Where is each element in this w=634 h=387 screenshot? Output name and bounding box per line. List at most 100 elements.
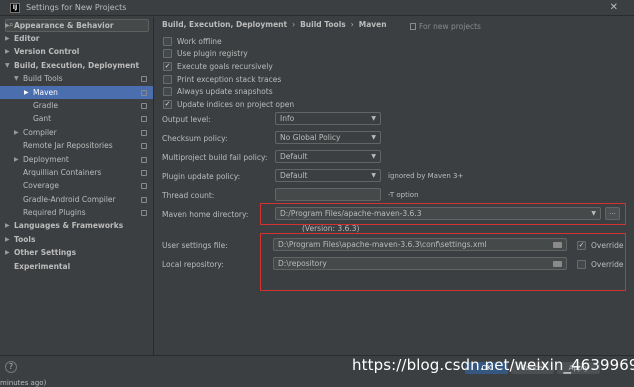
sidebar-item[interactable]: ▶ Compiler <box>0 126 153 139</box>
sidebar-item[interactable]: Remote Jar Repositories <box>0 139 153 152</box>
sidebar-item-label: Appearance & Behavior <box>14 21 114 30</box>
chevron-down-icon[interactable]: ▼ <box>14 75 23 82</box>
project-settings-icon <box>141 209 147 216</box>
chevron-down-icon: ▼ <box>371 153 376 160</box>
sidebar-item[interactable]: Arquillian Containers <box>0 166 153 179</box>
update-indices-checkbox[interactable]: ✓ Update indices on project open <box>163 98 294 110</box>
user-settings-override-checkbox[interactable]: ✓ Override <box>577 239 623 251</box>
sidebar-item-label: Build Tools <box>23 74 63 83</box>
chevron-right-icon[interactable]: ▶ <box>14 156 23 163</box>
sidebar-item[interactable]: Gradle <box>0 99 153 112</box>
sidebar-item-label: Deployment <box>23 155 69 164</box>
chevron-right-icon[interactable]: ▶ <box>5 48 14 55</box>
sidebar-item[interactable]: Experimental <box>0 260 153 273</box>
plugin-update-policy-select[interactable]: Default ▼ <box>275 169 381 182</box>
sidebar-item[interactable]: ▶ Appearance & Behavior <box>0 19 153 32</box>
maven-home-select[interactable]: D:/Program Files/apache-maven-3.6.3 ▼ <box>275 207 601 220</box>
chevron-right-icon[interactable]: ▶ <box>5 249 14 256</box>
checksum-policy-select[interactable]: No Global Policy ▼ <box>275 131 381 144</box>
multiproject-fail-policy-select[interactable]: Default ▼ <box>275 150 381 163</box>
maven-home-label: Maven home directory: <box>162 210 249 219</box>
project-settings-icon <box>141 169 147 176</box>
checksum-policy-value: No Global Policy <box>280 133 341 142</box>
work-offline-checkbox[interactable]: Work offline <box>163 35 222 47</box>
sidebar-item[interactable]: Required Plugins <box>0 206 153 219</box>
checkbox-box[interactable] <box>163 86 172 96</box>
sidebar-item[interactable]: Coverage <box>0 179 153 192</box>
override-label: Override <box>591 259 624 269</box>
sidebar-item[interactable]: ▶ Deployment <box>0 153 153 166</box>
output-level-select[interactable]: Info ▼ <box>275 112 381 125</box>
checkbox-box[interactable] <box>163 74 172 84</box>
sidebar-item[interactable]: Gant <box>0 112 153 125</box>
chevron-down-icon: ▼ <box>371 172 376 179</box>
sidebar-item[interactable]: ▶ Tools <box>0 233 153 246</box>
checkbox-label: Update indices on project open <box>177 99 295 109</box>
local-repository-input[interactable]: D:\repository <box>273 257 567 270</box>
thread-count-input[interactable] <box>275 188 381 201</box>
sidebar-item-label: Experimental <box>14 262 71 271</box>
sidebar-item-label: Gradle <box>33 101 58 110</box>
breadcrumb-separator: › <box>350 20 354 29</box>
maven-version-label: (Version: 3.6.3) <box>302 224 360 233</box>
maven-home-browse-button[interactable]: ... <box>605 207 620 220</box>
sidebar-item[interactable]: ▼ Build Tools <box>0 72 153 85</box>
chevron-right-icon[interactable]: ▶ <box>14 129 23 136</box>
sidebar-item[interactable]: ▶ Languages & Frameworks <box>0 219 153 232</box>
sidebar-item[interactable]: Gradle-Android Compiler <box>0 193 153 206</box>
window-title: Settings for New Projects <box>26 3 127 12</box>
chevron-right-icon[interactable]: ▶ <box>5 22 14 29</box>
folder-icon[interactable] <box>553 261 562 267</box>
print-exception-stack-traces-checkbox[interactable]: Print exception stack traces <box>163 73 281 85</box>
project-settings-icon <box>141 142 147 149</box>
user-settings-value: D:\Program Files\apache-maven-3.6.3\conf… <box>278 240 487 249</box>
checkbox-label: Print exception stack traces <box>177 74 282 84</box>
use-plugin-registry-checkbox[interactable]: Use plugin registry <box>163 47 248 59</box>
project-settings-icon <box>141 129 147 136</box>
title-bar: IJ Settings for New Projects ✕ <box>0 0 634 16</box>
chevron-right-icon[interactable]: ▶ <box>24 89 33 96</box>
for-new-projects-note: For new projects <box>410 22 481 31</box>
checkbox-box[interactable] <box>163 48 172 58</box>
chevron-down-icon: ▼ <box>591 210 596 217</box>
checkbox-label: Execute goals recursively <box>177 61 273 71</box>
sidebar-item[interactable]: ▶ Other Settings <box>0 246 153 259</box>
sidebar-item-label: Arquillian Containers <box>23 168 102 177</box>
sidebar-item-label: Tools <box>14 235 36 244</box>
sidebar-item-label: Languages & Frameworks <box>14 221 124 230</box>
sidebar-item[interactable]: ▶ Maven <box>0 86 153 99</box>
output-level-value: Info <box>280 114 295 123</box>
for-new-projects-label: For new projects <box>419 22 481 31</box>
checkbox-label: Use plugin registry <box>177 48 248 58</box>
chevron-right-icon[interactable]: ▶ <box>5 222 14 229</box>
folder-icon[interactable] <box>553 242 562 248</box>
chevron-right-icon[interactable]: ▶ <box>5 236 14 243</box>
user-settings-input[interactable]: D:\Program Files\apache-maven-3.6.3\conf… <box>273 238 567 251</box>
sidebar-item[interactable]: ▶ Editor <box>0 32 153 45</box>
breadcrumb-maven: Maven <box>358 20 387 29</box>
user-settings-label: User settings file: <box>162 241 228 250</box>
plugin-update-note: ignored by Maven 3+ <box>388 172 464 180</box>
document-icon <box>410 23 416 30</box>
sidebar-item[interactable]: ▼ Build, Execution, Deployment <box>0 59 153 72</box>
checkbox-box[interactable] <box>163 36 172 46</box>
checksum-policy-label: Checksum policy: <box>162 134 228 143</box>
sidebar-item-label: Editor <box>14 34 40 43</box>
chevron-down-icon[interactable]: ▼ <box>5 62 14 69</box>
sidebar-item[interactable]: ▶ Version Control <box>0 45 153 58</box>
checkbox-box[interactable]: ✓ <box>163 99 172 109</box>
checkbox-box[interactable] <box>577 259 586 269</box>
checkbox-box[interactable]: ✓ <box>163 61 172 71</box>
breadcrumb-build-tools: Build Tools <box>300 20 346 29</box>
checkbox-box[interactable]: ✓ <box>577 240 586 250</box>
chevron-right-icon[interactable]: ▶ <box>5 35 14 42</box>
multiproject-fail-policy-label: Multiproject build fail policy: <box>162 153 268 162</box>
local-repository-label: Local repository: <box>162 260 224 269</box>
help-button[interactable]: ? <box>5 361 17 373</box>
always-update-snapshots-checkbox[interactable]: Always update snapshots <box>163 85 273 97</box>
local-repository-override-checkbox[interactable]: Override <box>577 258 623 270</box>
execute-goals-recursively-checkbox[interactable]: ✓ Execute goals recursively <box>163 60 273 72</box>
breadcrumb-build-execution: Build, Execution, Deployment <box>162 20 288 29</box>
close-icon[interactable]: ✕ <box>610 2 618 13</box>
sidebar-item-label: Maven <box>33 88 58 97</box>
